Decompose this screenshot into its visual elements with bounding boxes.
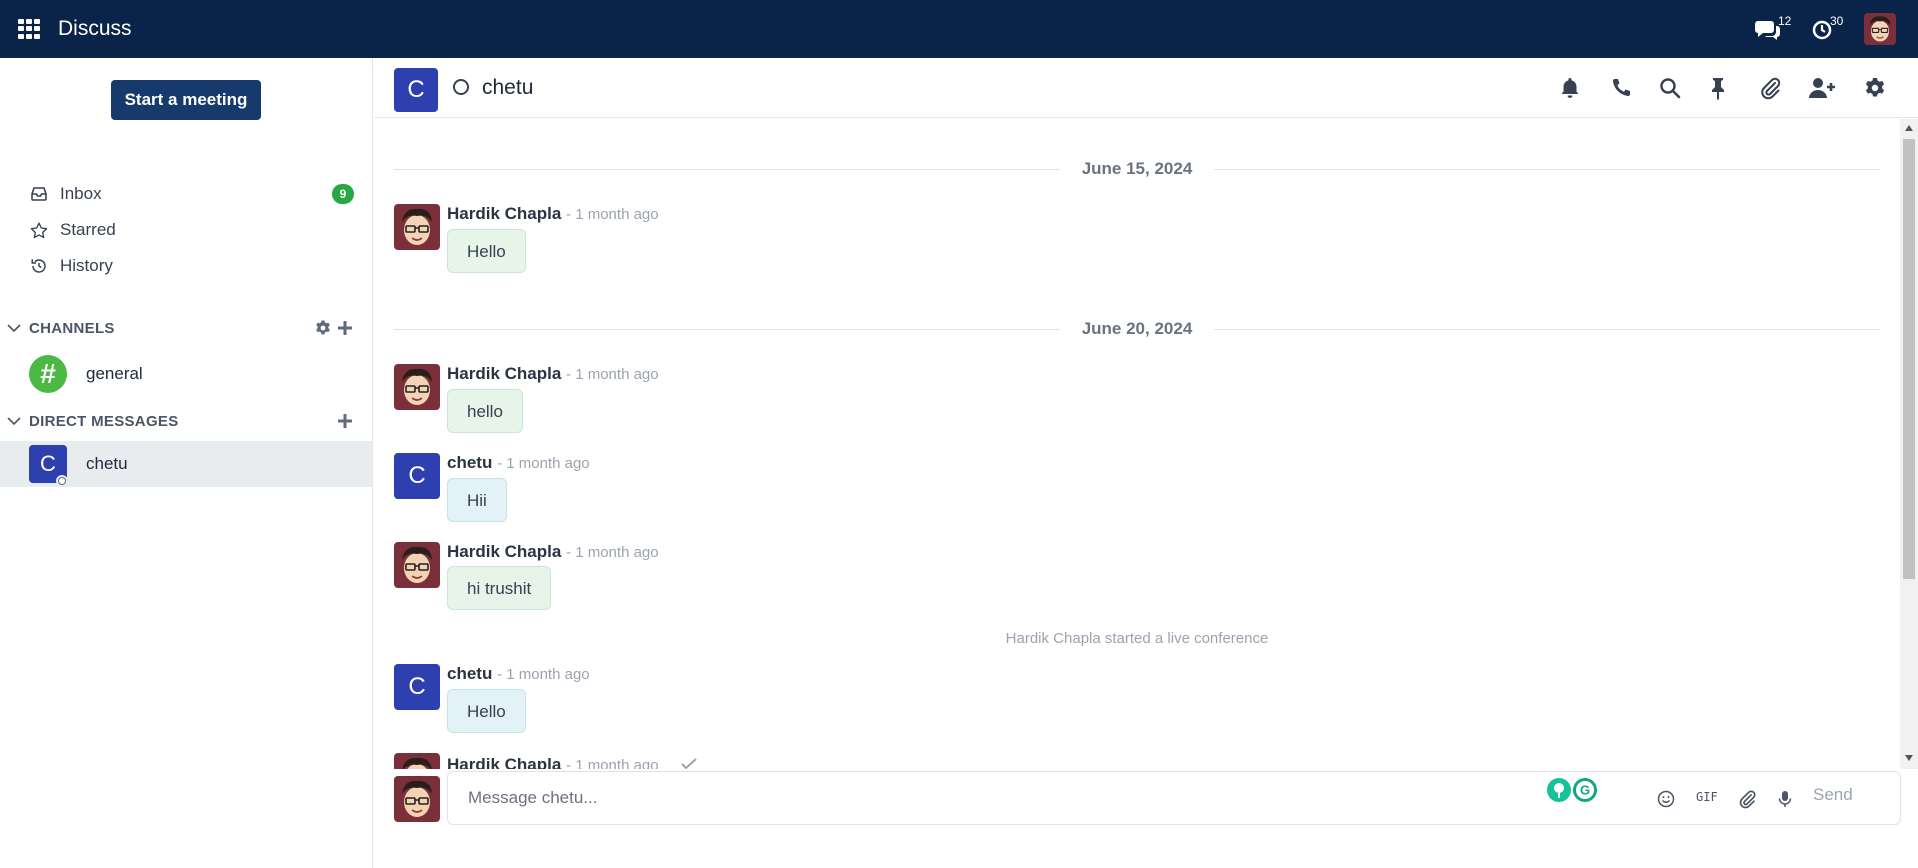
inbox-icon (28, 183, 50, 205)
message-header: chetu - 1 month ago (447, 664, 590, 684)
sidebar-item-history[interactable]: History (28, 251, 358, 281)
offline-status-icon (453, 79, 469, 95)
date-label: June 15, 2024 (1059, 159, 1215, 178)
dm-name: chetu (86, 454, 128, 473)
bell-icon[interactable] (1558, 76, 1582, 100)
message-composer: G GIF Send (374, 769, 1902, 829)
message-input[interactable] (447, 771, 1901, 825)
message-bubble: Hii (447, 478, 507, 522)
channel-hash-avatar: # (29, 355, 67, 393)
date-label: June 20, 2024 (1059, 319, 1215, 338)
thread-scrollbar[interactable] (1900, 119, 1918, 769)
app-title[interactable]: Discuss (58, 17, 132, 41)
dm-item-chetu[interactable]: C chetu (0, 441, 372, 487)
message-thread[interactable]: June 15, 2024 Hardik Chapla - 1 month ag… (374, 119, 1902, 769)
sidebar-item-label: Inbox (60, 184, 102, 203)
author-avatar[interactable] (394, 204, 440, 250)
history-icon (28, 255, 50, 277)
grammarly-suggestion-icon[interactable] (1547, 778, 1571, 802)
message-time: - 1 month ago (497, 666, 590, 683)
message-author[interactable]: chetu (447, 453, 492, 472)
message-time: - 1 month ago (566, 544, 659, 561)
message-bubble: Hello (447, 689, 526, 733)
message-header: Hardik Chapla - 1 month ago (447, 755, 698, 769)
add-user-icon[interactable] (1808, 76, 1836, 100)
grammarly-icon[interactable]: G (1573, 778, 1597, 802)
sidebar-item-label: History (60, 256, 113, 275)
message-time: - 1 month ago (566, 366, 659, 383)
paperclip-icon[interactable] (1758, 76, 1782, 100)
channel-item-general[interactable]: # general (0, 351, 372, 397)
message-author[interactable]: Hardik Chapla (447, 542, 561, 561)
emoji-icon[interactable] (1656, 789, 1676, 809)
date-separator: June 15, 2024 (394, 159, 1880, 179)
message-bubble: hi trushit (447, 566, 552, 610)
author-avatar[interactable]: C (394, 453, 440, 499)
message-header: Hardik Chapla - 1 month ago (447, 204, 659, 224)
author-avatar[interactable] (394, 542, 440, 588)
current-user-avatar (394, 776, 440, 822)
messages-count: 12 (1778, 14, 1792, 28)
author-avatar[interactable] (394, 364, 440, 410)
scroll-down-arrow-icon[interactable] (1905, 755, 1913, 761)
activities-count: 30 (1830, 14, 1844, 28)
thread-title[interactable]: chetu (482, 76, 533, 100)
top-navbar: Discuss 12 30 (0, 0, 1918, 58)
thread-avatar: C (394, 68, 438, 112)
channel-name: general (86, 364, 143, 383)
scroll-thumb[interactable] (1903, 139, 1915, 579)
gear-icon[interactable] (1863, 76, 1887, 100)
inbox-count-badge: 9 (332, 184, 354, 204)
message-bubble: hello (447, 389, 523, 433)
microphone-icon[interactable] (1775, 789, 1795, 809)
message-bubble: Hello (447, 229, 526, 273)
sidebar: Start a meeting Inbox 9 Starred History … (0, 58, 373, 868)
sidebar-item-label: Starred (60, 220, 116, 239)
star-icon (28, 219, 50, 241)
channels-label: CHANNELS (29, 320, 115, 337)
conference-notification: Hardik Chapla started a live conference (1005, 630, 1269, 647)
offline-status-icon (56, 475, 68, 487)
user-avatar[interactable] (1864, 13, 1896, 45)
message-header: chetu - 1 month ago (447, 453, 590, 473)
svg-text:G: G (1580, 783, 1590, 798)
gif-button[interactable]: GIF (1696, 790, 1718, 804)
seen-check-icon (681, 758, 698, 769)
message-time: - 1 month ago (566, 757, 659, 769)
message-time: - 1 month ago (566, 206, 659, 223)
message-header: Hardik Chapla - 1 month ago (447, 542, 659, 562)
channels-section-header[interactable]: CHANNELS (0, 316, 372, 342)
pin-icon[interactable] (1706, 76, 1730, 100)
add-direct-message-plus-icon[interactable] (336, 412, 354, 430)
channel-settings-gear-icon[interactable] (314, 319, 332, 337)
chevron-down-icon[interactable] (7, 414, 21, 428)
message-author[interactable]: Hardik Chapla (447, 204, 561, 223)
message-header: Hardik Chapla - 1 month ago (447, 364, 659, 384)
phone-icon[interactable] (1609, 76, 1633, 100)
message-author[interactable]: Hardik Chapla (447, 755, 561, 769)
scroll-up-arrow-icon[interactable] (1905, 125, 1913, 131)
search-icon[interactable] (1658, 76, 1682, 100)
apps-menu-icon[interactable] (18, 19, 40, 39)
message-author[interactable]: chetu (447, 664, 492, 683)
author-avatar[interactable] (394, 753, 440, 769)
chevron-down-icon[interactable] (7, 321, 21, 335)
author-avatar[interactable]: C (394, 664, 440, 710)
message-author[interactable]: Hardik Chapla (447, 364, 561, 383)
sidebar-item-starred[interactable]: Starred (28, 215, 358, 245)
direct-messages-label: DIRECT MESSAGES (29, 413, 179, 430)
paperclip-icon[interactable] (1737, 789, 1757, 809)
direct-messages-section-header[interactable]: DIRECT MESSAGES (0, 409, 372, 435)
add-channel-plus-icon[interactable] (336, 319, 354, 337)
sidebar-item-inbox[interactable]: Inbox 9 (28, 179, 358, 209)
date-separator: June 20, 2024 (394, 319, 1880, 339)
start-meeting-button[interactable]: Start a meeting (111, 80, 261, 120)
send-button[interactable]: Send (1813, 785, 1853, 805)
message-time: - 1 month ago (497, 455, 590, 472)
thread-header: C chetu (374, 58, 1918, 118)
